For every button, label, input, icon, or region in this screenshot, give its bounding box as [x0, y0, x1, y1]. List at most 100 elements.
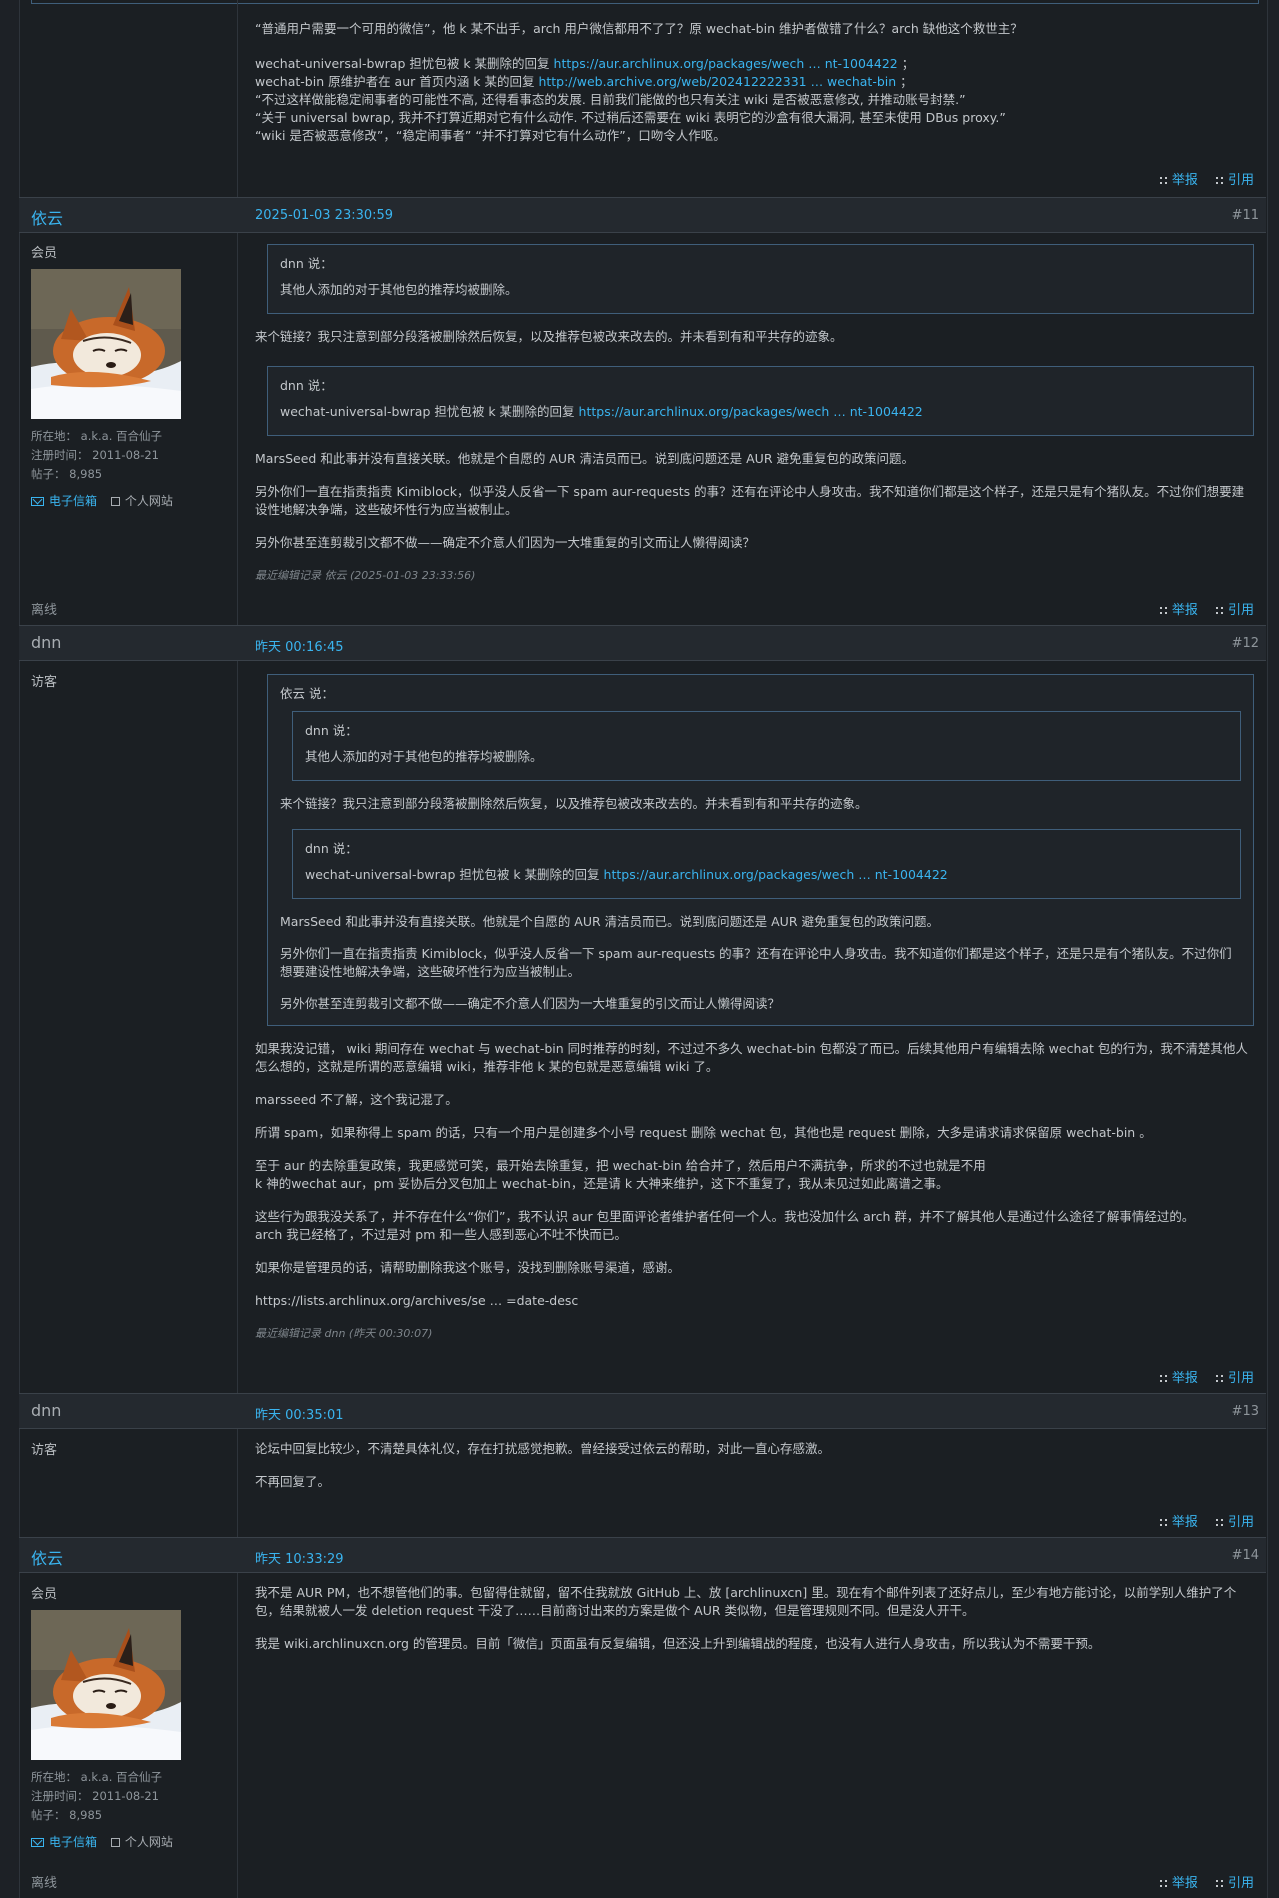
post-body: “普通用户需要一个可用的微信”，他 k 某不出手，arch 用户微信都用不了了？… — [255, 20, 1254, 145]
fox-avatar-image — [31, 269, 181, 419]
author-info: 访客 — [31, 1439, 227, 1458]
dots-icon — [1215, 607, 1223, 614]
post-actions: 举报 引用 — [1146, 1511, 1254, 1530]
post-text: 论坛中回复比较少，不清楚具体礼仪，存在打扰感觉抱歉。曾经接受过依云的帮助，对此一… — [255, 1441, 831, 1456]
user-role: 会员 — [31, 1587, 58, 1602]
aur-link[interactable]: https://aur.archlinux.org/packages/wech … — [554, 56, 898, 71]
column-divider — [237, 661, 238, 1393]
post-text: “普通用户需要一个可用的微信”，他 k 某不出手，arch 用户微信都用不了了？… — [255, 21, 1023, 36]
email-link[interactable]: 电子信箱 — [31, 494, 97, 508]
post-13: dnn 昨天 00:35:01 #13 访客 论坛中回复比较少，不清楚具体礼仪，… — [19, 1393, 1266, 1537]
quote-author: dnn 说： — [280, 378, 333, 393]
report-button[interactable]: 举报 — [1159, 173, 1198, 188]
archive-link[interactable]: http://web.archive.org/web/202412222331 … — [538, 74, 896, 89]
website-link[interactable]: 个人网站 — [110, 1835, 173, 1849]
nested-quote-block: dnn 说： wechat-universal-bwrap 担忧包被 k 某删除… — [292, 829, 1241, 899]
author-name[interactable]: 依云 — [31, 1545, 63, 1569]
post-text: 这些行为跟我没关系了，并不存在什么“你们”，我不认识 aur 包里面评论者维护者… — [255, 1209, 1195, 1242]
report-button[interactable]: 举报 — [1159, 1371, 1198, 1386]
post-text: wechat-bin 原维护者在 aur 首页内涵 k 某的回复 http://… — [255, 74, 913, 89]
post-text: 至于 aur 的去除重复政策，我更感觉可笑，最开始去除重复，把 wechat-b… — [255, 1158, 986, 1191]
quote-button[interactable]: 引用 — [1215, 1876, 1254, 1891]
dots-icon — [1215, 1880, 1223, 1887]
quote-block: 依云 说： dnn 说： 其他人添加的对于其他包的推荐均被删除。 来个链接？我只… — [267, 674, 1254, 1026]
dots-icon — [1215, 1375, 1223, 1382]
quote-block: dnn 说： wechat-universal-bwrap 担忧包被 k 某删除… — [267, 366, 1254, 436]
post-number[interactable]: #12 — [1232, 636, 1259, 651]
quote-text: 其他人添加的对于其他包的推荐均被删除。 — [305, 749, 543, 764]
external-link-icon — [110, 1838, 120, 1847]
edit-note: 最近编辑记录 dnn (昨天 00:30:07) — [255, 1327, 433, 1340]
post-text: 如果你是管理员的话，请帮助删除我这个账号，没找到删除账号渠道，感谢。 — [255, 1260, 681, 1275]
quote-block: dnn 说： 其他人添加的对于其他包的推荐均被删除。 — [267, 244, 1254, 314]
column-divider — [237, 233, 238, 625]
post-text: 如果我没记错， wiki 期间存在 wechat 与 wechat-bin 同时… — [255, 1041, 1248, 1074]
post-11: 依云 2025-01-03 23:30:59 #11 会员 所在地： a.k.a… — [19, 197, 1266, 625]
quote-button[interactable]: 引用 — [1215, 603, 1254, 618]
author-info: 访客 — [31, 671, 227, 690]
post-body: 我不是 AUR PM，也不想管他们的事。包留得住就留，留不住我就放 GitHub… — [255, 1584, 1254, 1668]
post-body: dnn 说： 其他人添加的对于其他包的推荐均被删除。 来个链接？我只注意到部分段… — [255, 244, 1254, 585]
dots-icon — [1215, 1519, 1223, 1526]
post-number[interactable]: #13 — [1232, 1404, 1259, 1419]
quote-author: dnn 说： — [305, 723, 358, 738]
quote-text: 来个链接？我只注意到部分段落被删除然后恢复，以及推荐包被改来改去的。并未看到有和… — [280, 796, 868, 811]
post-header: 依云 昨天 10:33:29 #14 — [19, 1537, 1266, 1573]
quote-author: dnn 说： — [305, 841, 358, 856]
user-role: 访客 — [31, 675, 58, 690]
aur-link[interactable]: https://aur.archlinux.org/packages/wech … — [579, 404, 923, 419]
user-location: 所在地： a.k.a. 百合仙子 — [31, 429, 163, 443]
post-text: “不过这样做能稳定闹事者的可能性不高, 还得看事态的发展. 目前我们能做的也只有… — [255, 92, 966, 107]
post-actions: 举报 引用 — [1146, 169, 1254, 188]
email-link[interactable]: 电子信箱 — [31, 1835, 97, 1849]
column-divider — [237, 0, 238, 197]
post-time[interactable]: 昨天 00:35:01 — [255, 1404, 344, 1423]
post-time[interactable]: 昨天 10:33:29 — [255, 1548, 344, 1567]
column-divider — [237, 1573, 238, 1898]
post-text: wechat-universal-bwrap 担忧包被 k 某删除的回复 htt… — [255, 56, 915, 71]
quote-text: wechat-universal-bwrap 担忧包被 k 某删除的回复 htt… — [305, 867, 948, 882]
author-name[interactable]: 依云 — [31, 205, 63, 229]
website-link[interactable]: 个人网站 — [110, 494, 173, 508]
post-header: dnn 昨天 00:16:45 #12 — [19, 625, 1266, 661]
post-text: 我是 wiki.archlinuxcn.org 的管理员。目前「微信」页面虽有反… — [255, 1636, 1101, 1651]
post-text: marsseed 不了解，这个我记混了。 — [255, 1092, 458, 1107]
post-actions: 举报 引用 — [1146, 599, 1254, 618]
nested-quote-block: dnn 说： 其他人添加的对于其他包的推荐均被删除。 — [292, 711, 1241, 781]
post-time[interactable]: 昨天 00:16:45 — [255, 636, 344, 655]
quote-text: 另外你们一直在指责指责 Kimiblock，似乎没人反省一下 spam aur-… — [280, 946, 1232, 979]
quote-button[interactable]: 引用 — [1215, 1371, 1254, 1386]
avatar — [31, 269, 181, 419]
quote-button[interactable]: 引用 — [1215, 1515, 1254, 1530]
user-role: 访客 — [31, 1443, 58, 1458]
user-registered: 注册时间： 2011-08-21 — [31, 448, 159, 462]
post-12: dnn 昨天 00:16:45 #12 访客 依云 说： dnn 说： 其他人添… — [19, 625, 1266, 1393]
report-button[interactable]: 举报 — [1159, 1876, 1198, 1891]
report-button[interactable]: 举报 — [1159, 1515, 1198, 1530]
dots-icon — [1159, 1375, 1167, 1382]
author-links: 电子信箱 个人网站 — [31, 1833, 227, 1850]
user-post-count: 帖子： 8,985 — [31, 1808, 103, 1822]
quote-button[interactable]: 引用 — [1215, 173, 1254, 188]
author-meta: 所在地： a.k.a. 百合仙子 注册时间： 2011-08-21 帖子： 8,… — [31, 1768, 227, 1825]
user-post-count: 帖子： 8,985 — [31, 467, 103, 481]
post-text: “wiki 是否被恶意修改”，“稳定闹事者” “并不打算对它有什么动作”，口吻令… — [255, 128, 726, 143]
post-14: 依云 昨天 10:33:29 #14 会员 所在地： a.k.a. 百合仙子 注… — [19, 1537, 1266, 1898]
dots-icon — [1159, 607, 1167, 614]
post-number[interactable]: #14 — [1232, 1548, 1259, 1563]
post-text: MarsSeed 和此事并没有直接关联。他就是个自愿的 AUR 清洁员而已。说到… — [255, 451, 914, 466]
report-button[interactable]: 举报 — [1159, 603, 1198, 618]
avatar — [31, 1610, 181, 1760]
post-actions: 举报 引用 — [1146, 1367, 1254, 1386]
aur-link[interactable]: https://aur.archlinux.org/packages/wech … — [604, 867, 948, 882]
post-10-tail: “普通用户需要一个可用的微信”，他 k 某不出手，arch 用户微信都用不了了？… — [19, 0, 1266, 197]
post-number[interactable]: #11 — [1232, 208, 1259, 223]
post-text: 来个链接？我只注意到部分段落被删除然后恢复，以及推荐包被改来改去的。并未看到有和… — [255, 329, 843, 344]
post-time[interactable]: 2025-01-03 23:30:59 — [255, 208, 393, 223]
quote-text: MarsSeed 和此事并没有直接关联。他就是个自愿的 AUR 清洁员而已。说到… — [280, 914, 939, 929]
author-meta: 所在地： a.k.a. 百合仙子 注册时间： 2011-08-21 帖子： 8,… — [31, 427, 227, 484]
envelope-icon — [31, 497, 44, 506]
column-divider — [237, 1429, 238, 1537]
post-text: https://lists.archlinux.org/archives/se … — [255, 1293, 579, 1308]
quote-author: dnn 说： — [280, 256, 333, 271]
